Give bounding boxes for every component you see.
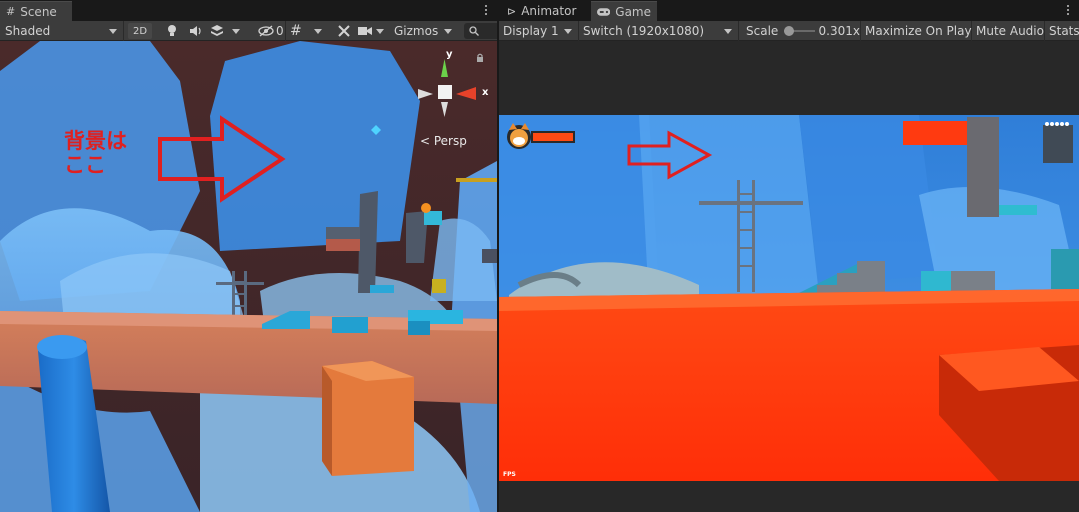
- display-dropdown[interactable]: Display 1: [499, 21, 579, 41]
- grid-dropdown[interactable]: #: [290, 21, 330, 41]
- resolution-value: Switch (1920x1080): [583, 24, 705, 38]
- game-viewport[interactable]: FPS: [499, 115, 1079, 481]
- game-toolbar: Display 1 Switch (1920x1080) Scale 0.301…: [499, 21, 1079, 41]
- effects-dropdown[interactable]: [210, 21, 250, 41]
- maximize-on-play-toggle[interactable]: Maximize On Play: [861, 21, 972, 41]
- scene-tabbar: # Scene: [0, 0, 497, 21]
- mute-audio-toggle[interactable]: Mute Audio: [972, 21, 1045, 41]
- scene-tab-menu-icon[interactable]: [483, 2, 489, 18]
- projection-toggle[interactable]: < Persp: [420, 134, 467, 148]
- scene-viewport[interactable]: 背景は ここ y x < Persp: [0, 41, 497, 512]
- speaker-icon: [190, 26, 201, 36]
- fps-label: FPS: [503, 471, 516, 478]
- lighting-toggle[interactable]: [162, 21, 182, 41]
- mode-2d-button[interactable]: 2D: [128, 23, 152, 39]
- gizmos-label: Gizmos: [394, 24, 439, 38]
- game-tabbar: ⊳ Animator Game: [499, 0, 1079, 21]
- tab-game[interactable]: Game: [591, 1, 657, 21]
- tab-game-label: Game: [615, 4, 651, 19]
- gizmo-y-label: y: [446, 49, 453, 60]
- scale-label: Scale: [746, 24, 779, 38]
- tab-animator-label: Animator: [521, 4, 577, 18]
- game-render: [499, 115, 1079, 481]
- scene-panel: # Scene Shaded 2D 0 # Gizmos 背景は ここ y x …: [0, 0, 497, 512]
- chevron-down-icon: [376, 28, 384, 34]
- chevron-down-icon: [724, 29, 732, 34]
- shading-mode-dropdown[interactable]: Shaded: [0, 21, 124, 41]
- camera-icon: [358, 27, 372, 35]
- shading-mode-value: Shaded: [5, 24, 51, 38]
- tools-toggle[interactable]: [334, 21, 354, 41]
- tab-scene-label: Scene: [20, 4, 57, 19]
- scene-toolbar: Shaded 2D 0 # Gizmos: [0, 21, 497, 41]
- game-panel: ⊳ Animator Game Display 1 Switch (1920x1…: [499, 0, 1079, 512]
- chevron-down-icon: [564, 29, 572, 34]
- resolution-dropdown[interactable]: Switch (1920x1080): [579, 21, 739, 41]
- mode-2d-label: 2D: [132, 25, 148, 37]
- game-viewport-area: FPS: [499, 41, 1079, 512]
- display-value: Display 1: [503, 24, 559, 38]
- lock-icon[interactable]: [476, 53, 484, 63]
- animator-icon: ⊳: [507, 4, 517, 18]
- chevron-down-icon: [444, 28, 453, 34]
- gizmos-dropdown[interactable]: Gizmos: [392, 21, 454, 41]
- audio-toggle[interactable]: [186, 21, 206, 41]
- hidden-eye-icon: [258, 25, 274, 37]
- stats-toggle[interactable]: Stats: [1045, 21, 1079, 41]
- chevron-down-icon: [109, 29, 117, 34]
- layers-icon: [211, 25, 223, 36]
- scale-value: 0.301x: [818, 24, 860, 38]
- scale-slider-track[interactable]: [784, 26, 815, 36]
- tab-animator[interactable]: ⊳ Animator: [501, 1, 587, 21]
- chevron-down-icon: [232, 28, 240, 34]
- chevron-down-icon: [313, 28, 322, 34]
- stats-label: Stats: [1049, 24, 1079, 38]
- scene-render: [0, 41, 497, 512]
- maximize-label: Maximize On Play: [865, 24, 972, 38]
- scene-search-input[interactable]: [464, 23, 497, 39]
- gamepad-icon: [597, 7, 611, 16]
- scale-slider[interactable]: Scale 0.301x: [739, 21, 861, 41]
- hash-grid-icon: #: [6, 5, 16, 18]
- camera-dropdown[interactable]: [358, 21, 390, 41]
- hidden-objects-toggle[interactable]: 0: [256, 21, 286, 41]
- hidden-count: 0: [276, 24, 284, 38]
- game-tab-menu-icon[interactable]: [1065, 2, 1071, 18]
- tab-scene[interactable]: # Scene: [0, 1, 72, 21]
- background-annotation: 背景は ここ: [64, 129, 127, 177]
- lightbulb-icon: [168, 25, 176, 36]
- gizmo-x-label: x: [482, 87, 489, 98]
- scale-slider-thumb[interactable]: [784, 26, 795, 36]
- mute-label: Mute Audio: [976, 24, 1044, 38]
- grid-snap-icon: #: [290, 23, 302, 39]
- search-icon: [469, 26, 479, 36]
- tools-icon: [338, 25, 350, 37]
